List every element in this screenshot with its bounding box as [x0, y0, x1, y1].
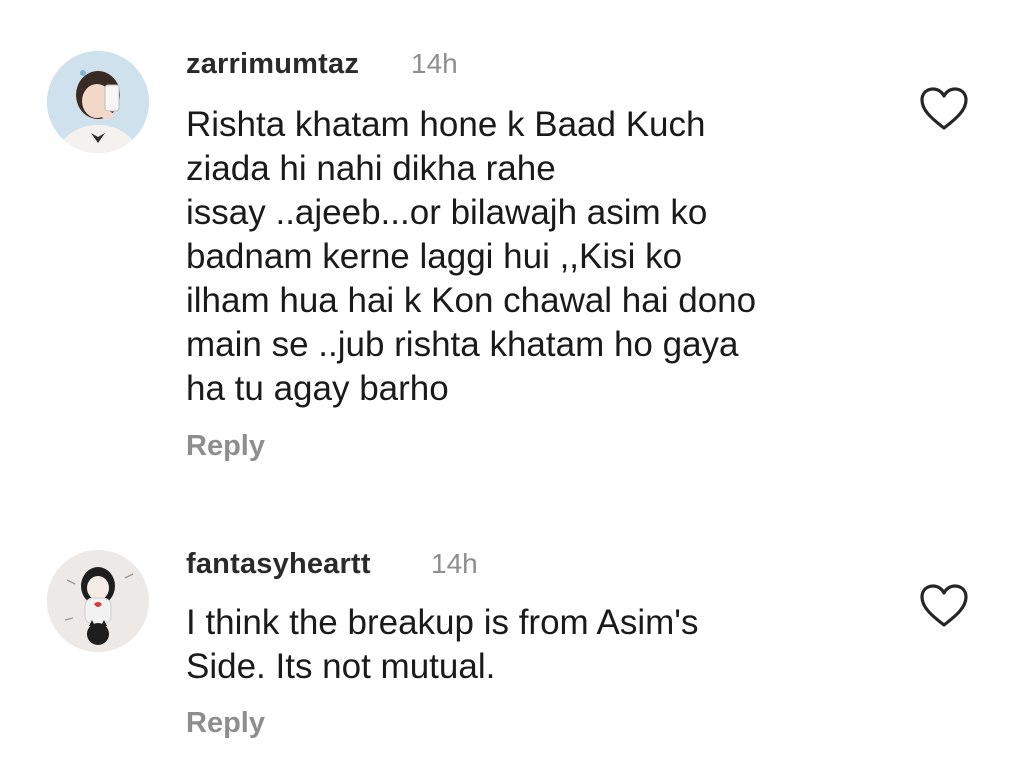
comment-text: Rishta khatam hone k Baad Kuch ziada hi … — [186, 105, 757, 408]
timestamp: 14h — [431, 548, 478, 579]
like-button[interactable] — [919, 583, 969, 629]
username[interactable]: fantasyheartt — [186, 548, 371, 581]
avatar-illustration — [47, 51, 149, 153]
comment-text: I think the breakup is from Asim's Side.… — [186, 603, 699, 686]
like-button[interactable] — [919, 86, 969, 132]
reply-button[interactable]: Reply — [186, 430, 265, 463]
comment-item: zarrimumtaz 14h Rishta khatam hone k Baa… — [0, 0, 1024, 500]
heart-outline-icon — [920, 87, 968, 130]
heart-outline-icon — [920, 584, 968, 627]
reply-button[interactable]: Reply — [186, 707, 265, 740]
timestamp: 14h — [411, 48, 458, 79]
avatar[interactable] — [47, 550, 149, 652]
comment-item: fantasyheartt 14h I think the breakup is… — [0, 530, 1024, 768]
avatar[interactable] — [47, 51, 149, 153]
avatar-illustration — [47, 550, 149, 652]
username[interactable]: zarrimumtaz — [186, 48, 359, 81]
